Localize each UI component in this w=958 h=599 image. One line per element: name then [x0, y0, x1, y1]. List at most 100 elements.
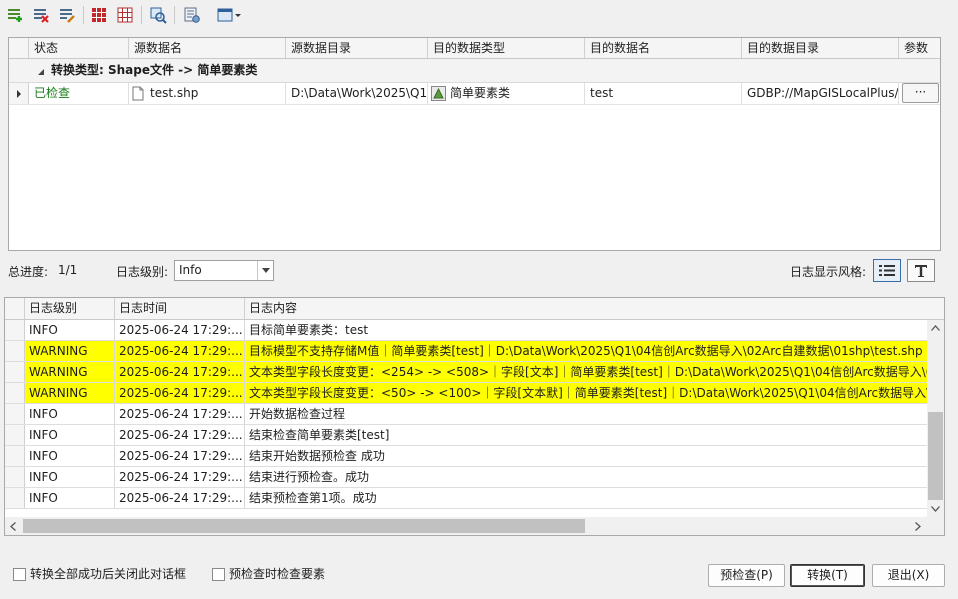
delete-rows-icon[interactable] [31, 5, 51, 25]
cell-log-time: 2025-06-24 17:29:... [115, 425, 245, 445]
horizontal-scrollbar[interactable] [5, 517, 927, 535]
cell-log-time: 2025-06-24 17:29:... [115, 404, 245, 424]
cell-log-time: 2025-06-24 17:29:... [115, 362, 245, 382]
column-header-target-type[interactable]: 目的数据类型 [428, 38, 585, 58]
cell-log-content: 文本类型字段长度变更：<50> -> <100>｜字段[文本默]｜简单要素类[t… [249, 386, 927, 400]
column-header-log-content[interactable]: 日志内容 [245, 298, 944, 319]
log-grid-header: 日志级别 日志时间 日志内容 [5, 298, 944, 320]
column-header-source-dir[interactable]: 源数据目录 [286, 38, 428, 58]
log-level-label: 日志级别: [116, 265, 169, 279]
edit-rows-icon[interactable] [57, 5, 77, 25]
vertical-scrollbar[interactable] [927, 320, 944, 517]
collapse-triangle-icon[interactable] [37, 65, 45, 79]
row-indicator [5, 404, 25, 424]
scroll-down-icon[interactable] [931, 506, 940, 512]
group-row[interactable]: 转换类型: Shape文件 -> 简单要素类 [9, 59, 940, 83]
cell-target-name[interactable]: test [585, 83, 742, 104]
cell-target-type[interactable]: 简单要素类 [428, 83, 585, 104]
cell-params: ··· [899, 83, 940, 104]
log-row[interactable]: INFO 2025-06-24 17:29:... 目标简单要素类：test [5, 320, 927, 341]
convert-button[interactable]: 转换(T) [790, 564, 865, 587]
grid-clear-icon[interactable] [115, 5, 135, 25]
cell-log-content: 结束开始数据预检查 成功 [249, 449, 385, 463]
log-row[interactable]: INFO 2025-06-24 17:29:... 结束预检查第1项。成功 [5, 488, 927, 509]
column-header-params[interactable]: 参数 [899, 38, 940, 58]
grid-select-all-icon[interactable] [89, 5, 109, 25]
row-indicator [5, 488, 25, 508]
row-indicator [5, 341, 25, 361]
current-row-arrow-icon [17, 90, 21, 98]
cell-log-level: INFO [25, 488, 115, 508]
column-header-status[interactable]: 状态 [29, 38, 129, 58]
row-header-corner [5, 298, 25, 319]
cell-source-name[interactable]: test.shp [129, 83, 286, 104]
add-rows-icon[interactable] [5, 5, 25, 25]
preview-icon[interactable] [148, 5, 168, 25]
close-after-success-checkbox[interactable] [13, 568, 26, 581]
toolbar-separator [83, 6, 84, 24]
source-name-text: test.shp [150, 86, 199, 100]
toolbar-separator [174, 6, 175, 24]
cell-log-time: 2025-06-24 17:29:... [115, 488, 245, 508]
list-style-button[interactable] [873, 259, 901, 282]
scroll-right-icon[interactable] [915, 522, 921, 531]
cell-log-time: 2025-06-24 17:29:... [115, 383, 245, 403]
row-header-corner [9, 38, 29, 58]
log-row[interactable]: INFO 2025-06-24 17:29:... 结束开始数据预检查 成功 [5, 446, 927, 467]
vertical-scroll-thumb[interactable] [928, 412, 943, 500]
cell-log-time: 2025-06-24 17:29:... [115, 467, 245, 487]
column-header-target-dir[interactable]: 目的数据目录 [742, 38, 899, 58]
cell-log-time: 2025-06-24 17:29:... [115, 320, 245, 340]
log-level-select[interactable]: Info [174, 260, 274, 281]
cell-status[interactable]: 已检查 [29, 83, 129, 104]
exit-button[interactable]: 退出(X) [872, 564, 945, 587]
settings-icon[interactable] [182, 5, 202, 25]
task-grid-header: 状态 源数据名 源数据目录 目的数据类型 目的数据名 目的数据目录 参数 [9, 38, 940, 59]
log-level-value: Info [179, 263, 202, 277]
group-label: 转换类型: Shape文件 -> 简单要素类 [51, 63, 258, 77]
cell-log-level: WARNING [25, 362, 115, 382]
task-grid: 状态 源数据名 源数据目录 目的数据类型 目的数据名 目的数据目录 参数 转换类… [8, 37, 941, 251]
scroll-left-icon[interactable] [10, 522, 16, 531]
close-after-success-label[interactable]: 转换全部成功后关闭此对话框 [30, 566, 186, 582]
text-style-button[interactable] [907, 259, 935, 282]
table-row[interactable]: 已检查 test.shp D:\Data\Work\2025\Q1\0 简单要素… [9, 83, 940, 105]
precheck-button[interactable]: 预检查(P) [708, 564, 785, 587]
cell-log-content: 结束检查简单要素类[test] [249, 428, 390, 442]
cell-log-content: 结束预检查第1项。成功 [249, 491, 377, 505]
params-button[interactable]: ··· [902, 83, 939, 103]
cell-log-level: INFO [25, 425, 115, 445]
row-indicator [5, 362, 25, 382]
column-header-log-time[interactable]: 日志时间 [115, 298, 245, 319]
text-icon [915, 264, 927, 277]
log-row[interactable]: INFO 2025-06-24 17:29:... 结束检查简单要素类[test] [5, 425, 927, 446]
log-row[interactable]: INFO 2025-06-24 17:29:... 结束进行预检查。成功 [5, 467, 927, 488]
cell-target-dir[interactable]: GDBP://MapGISLocalPlus/... [742, 83, 899, 104]
row-indicator [5, 446, 25, 466]
check-features-checkbox[interactable] [212, 568, 225, 581]
chevron-down-icon[interactable] [257, 261, 273, 280]
log-row[interactable]: WARNING 2025-06-24 17:29:... 目标模型不支持存储M值｜简… [5, 341, 927, 362]
progress-value: 1/1 [58, 263, 78, 277]
column-header-target-name[interactable]: 目的数据名 [585, 38, 742, 58]
scroll-up-icon[interactable] [931, 325, 940, 331]
horizontal-scroll-thumb[interactable] [23, 519, 585, 533]
check-features-label[interactable]: 预检查时检查要素 [229, 566, 325, 582]
view-dropdown-icon[interactable] [216, 5, 242, 25]
cell-log-time: 2025-06-24 17:29:... [115, 446, 245, 466]
log-style-label: 日志显示风格: [790, 265, 867, 279]
cell-log-content: 目标模型不支持存储M值｜简单要素类[test]｜D:\Data\Work\202… [249, 344, 923, 358]
column-header-log-level[interactable]: 日志级别 [25, 298, 115, 319]
cell-log-content: 结束进行预检查。成功 [249, 470, 370, 484]
log-row[interactable]: WARNING 2025-06-24 17:29:... 文本类型字段长度变更：<5… [5, 383, 927, 404]
column-header-source-name[interactable]: 源数据名 [129, 38, 286, 58]
row-indicator [5, 383, 25, 403]
target-type-text: 简单要素类 [450, 86, 511, 100]
log-row[interactable]: INFO 2025-06-24 17:29:... 开始数据检查过程 [5, 404, 927, 425]
cell-log-time: 2025-06-24 17:29:... [115, 341, 245, 361]
cell-log-content: 文本类型字段长度变更：<254> -> <508>｜字段[文本]｜简单要素类[t… [249, 365, 927, 379]
cell-source-dir[interactable]: D:\Data\Work\2025\Q1\0 [286, 83, 428, 104]
row-indicator [5, 425, 25, 445]
log-row[interactable]: WARNING 2025-06-24 17:29:... 文本类型字段长度变更：<2… [5, 362, 927, 383]
cell-log-level: INFO [25, 467, 115, 487]
